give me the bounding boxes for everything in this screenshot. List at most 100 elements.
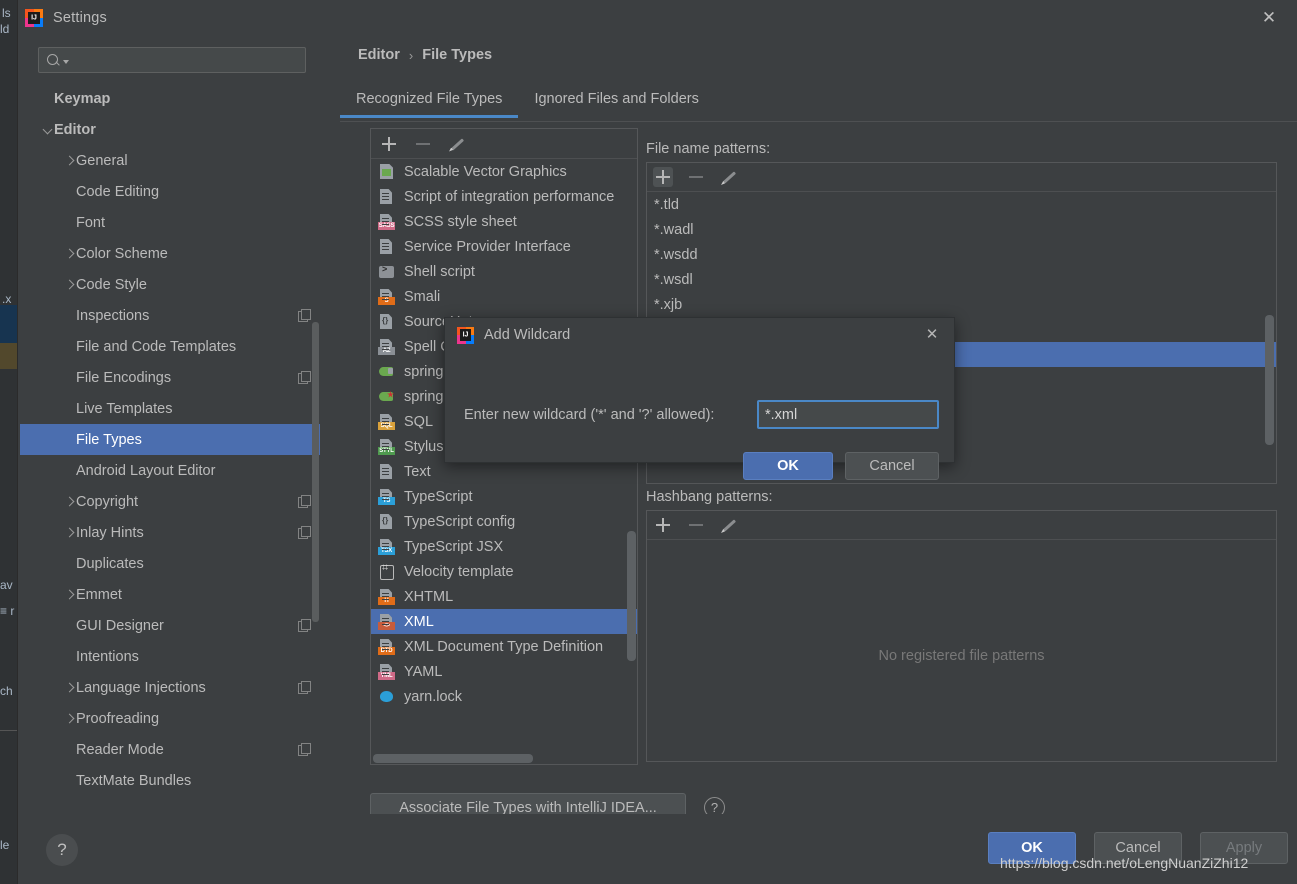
sidebar-item-code-editing[interactable]: Code Editing: [20, 176, 320, 207]
background-text-fragment: ld: [0, 22, 10, 36]
chevron-right-icon[interactable]: [64, 682, 76, 694]
sidebar-item-intentions[interactable]: Intentions: [20, 641, 320, 672]
sidebar-item-font[interactable]: Font: [20, 207, 320, 238]
help-icon[interactable]: ?: [46, 834, 78, 866]
file-type-row[interactable]: DTD XML Document Type Definition: [371, 634, 637, 659]
tab-ignored-files-and-folders[interactable]: Ignored Files and Folders: [518, 86, 714, 117]
file-type-row[interactable]: H XHTML: [371, 584, 637, 609]
file-name-pattern-row[interactable]: *.tld: [647, 192, 1276, 217]
file-name-patterns-scrollbar-thumb[interactable]: [1265, 315, 1274, 445]
copy-settings-icon[interactable]: [298, 371, 311, 384]
sidebar-item-gui-designer[interactable]: GUI Designer: [20, 610, 320, 641]
file-name-patterns-label: File name patterns:: [646, 141, 771, 157]
file-type-row[interactable]: Shell script: [371, 259, 637, 284]
file-type-label: Service Provider Interface: [404, 238, 571, 255]
search-box[interactable]: [38, 47, 306, 73]
file-type-label: Text: [404, 463, 431, 480]
copy-settings-icon[interactable]: [298, 681, 311, 694]
file-type-row[interactable]: <> XML: [371, 609, 637, 634]
file-name-pattern-label: *.wadl: [654, 221, 694, 238]
sidebar-item-language-injections[interactable]: Language Injections: [20, 672, 320, 703]
sidebar-item-reader-mode[interactable]: Reader Mode: [20, 734, 320, 765]
file-name-pattern-row[interactable]: *.wsdl: [647, 267, 1276, 292]
sidebar-item-inspections[interactable]: Inspections: [20, 300, 320, 331]
file-type-row[interactable]: YML YAML: [371, 659, 637, 684]
file-types-vertical-scrollbar[interactable]: [627, 531, 636, 661]
wildcard-ok-button[interactable]: OK: [743, 452, 833, 480]
chevron-right-icon[interactable]: [64, 713, 76, 725]
copy-settings-icon[interactable]: [298, 526, 311, 539]
sidebar-item-proofreading[interactable]: Proofreading: [20, 703, 320, 734]
file-type-row[interactable]: Script of integration performance: [371, 184, 637, 209]
chevron-right-icon[interactable]: [64, 248, 76, 260]
file-type-label: Scalable Vector Graphics: [404, 163, 567, 180]
sidebar-item-textmate-bundles[interactable]: TextMate Bundles: [20, 765, 320, 796]
chevron-right-icon[interactable]: [64, 589, 76, 601]
sidebar-item-file-types[interactable]: File Types: [20, 424, 320, 455]
wildcard-cancel-button[interactable]: Cancel: [845, 452, 939, 480]
sidebar-item-duplicates[interactable]: Duplicates: [20, 548, 320, 579]
file-type-row[interactable]: yarn.lock: [371, 684, 637, 709]
copy-settings-icon[interactable]: [298, 309, 311, 322]
sidebar-item-label: GUI Designer: [76, 617, 164, 634]
file-type-badge: SQL: [378, 422, 395, 430]
sidebar-item-android-layout-editor[interactable]: Android Layout Editor: [20, 455, 320, 486]
breadcrumb-root[interactable]: Editor: [358, 47, 400, 63]
file-type-row[interactable]: Scalable Vector Graphics: [371, 159, 637, 184]
remove-hashbang-button[interactable]: [686, 515, 706, 535]
file-type-row[interactable]: TS TypeScript: [371, 484, 637, 509]
sidebar-item-copyright[interactable]: Copyright: [20, 486, 320, 517]
edit-hashbang-button[interactable]: [719, 515, 739, 535]
edit-file-type-button[interactable]: [447, 134, 467, 154]
sidebar-item-label: Emmet: [76, 586, 122, 603]
add-pattern-button[interactable]: [653, 167, 673, 187]
file-type-row[interactable]: Service Provider Interface: [371, 234, 637, 259]
remove-file-type-button[interactable]: [413, 134, 433, 154]
tab-recognized-file-types[interactable]: Recognized File Types: [340, 86, 519, 118]
sidebar-item-inlay-hints[interactable]: Inlay Hints: [20, 517, 320, 548]
close-icon[interactable]: ✕: [1249, 4, 1289, 32]
file-type-row[interactable]: TSX TypeScript JSX: [371, 534, 637, 559]
chevron-down-icon[interactable]: [42, 124, 54, 136]
sidebar-item-color-scheme[interactable]: Color Scheme: [20, 238, 320, 269]
file-type-badge: <>: [378, 622, 395, 630]
remove-pattern-button[interactable]: [686, 167, 706, 187]
sidebar-item-live-templates[interactable]: Live Templates: [20, 393, 320, 424]
wildcard-prompt-label: Enter new wildcard ('*' and '?' allowed)…: [464, 407, 715, 423]
search-input[interactable]: [69, 52, 305, 68]
sidebar-item-file-encodings[interactable]: File Encodings: [20, 362, 320, 393]
copy-settings-icon[interactable]: [298, 619, 311, 632]
file-name-pattern-row[interactable]: *.wsdd: [647, 242, 1276, 267]
file-types-horizontal-scrollbar-thumb[interactable]: [373, 754, 533, 763]
settings-titlebar: Settings ✕: [18, 0, 1297, 36]
sidebar-item-code-style[interactable]: Code Style: [20, 269, 320, 300]
file-type-label: XML: [404, 613, 434, 630]
sidebar-item-editor[interactable]: Editor: [20, 114, 320, 145]
sidebar-item-emmet[interactable]: Emmet: [20, 579, 320, 610]
chevron-right-icon[interactable]: [64, 155, 76, 167]
sidebar-scrollbar-thumb[interactable]: [312, 322, 319, 622]
sidebar-item-general[interactable]: General: [20, 145, 320, 176]
copy-settings-icon[interactable]: [298, 743, 311, 756]
add-file-type-button[interactable]: [379, 134, 399, 154]
file-type-row[interactable]: SASS SCSS style sheet: [371, 209, 637, 234]
edit-pattern-button[interactable]: [719, 167, 739, 187]
sidebar-item-label: File Types: [76, 431, 142, 448]
wildcard-input[interactable]: [757, 400, 939, 429]
sidebar-item-label: Language Injections: [76, 679, 206, 696]
file-name-pattern-row[interactable]: *.xjb: [647, 292, 1276, 317]
chevron-right-icon[interactable]: [64, 527, 76, 539]
sidebar-item-keymap[interactable]: Keymap: [20, 83, 320, 114]
file-name-pattern-row[interactable]: *.wadl: [647, 217, 1276, 242]
sidebar-item-file-and-code-templates[interactable]: File and Code Templates: [20, 331, 320, 362]
close-icon[interactable]: ✕: [920, 323, 944, 347]
copy-settings-icon[interactable]: [298, 495, 311, 508]
file-type-row[interactable]: Velocity template: [371, 559, 637, 584]
chevron-right-icon[interactable]: [64, 279, 76, 291]
file-type-row[interactable]: TypeScript config: [371, 509, 637, 534]
hashbang-patterns-list[interactable]: No registered file patterns: [647, 540, 1276, 761]
chevron-right-icon[interactable]: [64, 496, 76, 508]
add-hashbang-button[interactable]: [653, 515, 673, 535]
file-type-row[interactable]: S Smali: [371, 284, 637, 309]
